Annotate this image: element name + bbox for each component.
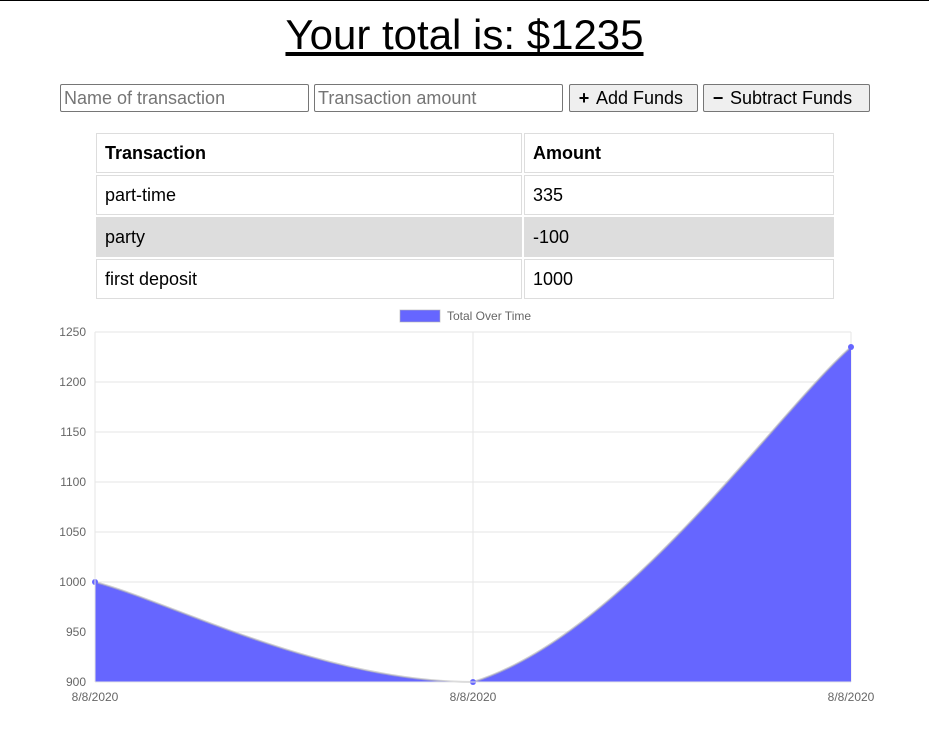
- y-tick-label: 1250: [59, 325, 86, 339]
- header-amount: Amount: [524, 133, 834, 173]
- transaction-name: party: [96, 217, 522, 257]
- transaction-amount: 1000: [524, 259, 834, 299]
- legend-swatch: [399, 309, 441, 323]
- data-point: [848, 344, 854, 350]
- legend-label: Total Over Time: [447, 309, 531, 323]
- total-over-time-chart: 900 950 1000 1050 1100 1150 1200 1250 8/8/2020 8/…: [59, 309, 875, 704]
- x-tick-label: 8/8/2020: [450, 690, 497, 704]
- y-tick-label: 1100: [60, 475, 86, 489]
- table-row: part-time 335: [96, 175, 834, 215]
- transaction-name: first deposit: [96, 259, 522, 299]
- add-funds-button[interactable]: + Add Funds: [569, 84, 698, 112]
- table-row: party -100: [96, 217, 834, 257]
- transaction-amount-input[interactable]: [314, 84, 563, 112]
- y-tick-label: 950: [66, 625, 86, 639]
- add-funds-label: Add Funds: [596, 87, 684, 108]
- transactions-table: Transaction Amount part-time 335 party -…: [94, 131, 836, 301]
- transaction-amount: -100: [524, 217, 834, 257]
- x-tick-label: 8/8/2020: [72, 690, 119, 704]
- y-tick-label: 900: [66, 675, 86, 689]
- transaction-amount: 335: [524, 175, 834, 215]
- transaction-name: part-time: [96, 175, 522, 215]
- y-tick-label: 1200: [59, 375, 86, 389]
- subtract-funds-label: Subtract Funds: [730, 87, 853, 108]
- total-heading: Your total is: $1235: [285, 11, 644, 58]
- subtract-funds-button[interactable]: − Subtract Funds: [703, 84, 870, 112]
- y-tick-label: 1000: [59, 575, 86, 589]
- table-row: first deposit 1000: [96, 259, 834, 299]
- header-transaction: Transaction: [96, 133, 522, 173]
- minus-icon: −: [712, 87, 724, 108]
- y-tick-label: 1150: [60, 425, 86, 439]
- y-tick-label: 1050: [59, 525, 86, 539]
- plus-icon: +: [578, 87, 590, 108]
- transaction-name-input[interactable]: [60, 84, 309, 112]
- table-header-row: Transaction Amount: [96, 133, 834, 173]
- x-tick-label: 8/8/2020: [828, 690, 875, 704]
